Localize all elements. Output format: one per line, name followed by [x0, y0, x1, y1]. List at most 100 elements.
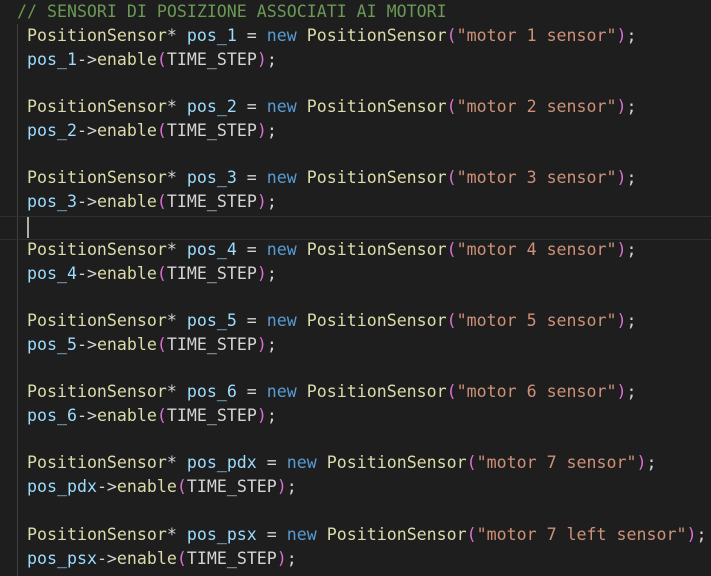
operator-token: *	[166, 382, 187, 401]
method-token: enable	[116, 477, 177, 496]
variable-token: pos_5	[27, 335, 77, 354]
paren-token: (	[446, 97, 457, 116]
operator-token: =	[236, 97, 267, 116]
operator-token: =	[256, 525, 287, 544]
operator-token: *	[166, 240, 187, 259]
type-token: PositionSensor	[306, 240, 447, 259]
variable-token: pos_psx	[186, 525, 257, 544]
paren-token: )	[616, 26, 627, 45]
paren-token: (	[176, 477, 187, 496]
operator-token: *	[166, 97, 187, 116]
type-token: PositionSensor	[27, 453, 167, 472]
semicolon-token: ;	[626, 168, 637, 187]
code-line-declaration[interactable]: PositionSensor* pos_1 = new PositionSens…	[27, 24, 637, 48]
method-token: enable	[116, 549, 177, 568]
variable-token: pos_1	[27, 50, 77, 69]
code-line-enable-call[interactable]: pos_1->enable(TIME_STEP);	[27, 48, 277, 72]
operator-token: =	[256, 453, 287, 472]
semicolon-token: ;	[286, 477, 297, 496]
paren-token: )	[616, 240, 627, 259]
string-token: "motor 7 left sensor"	[476, 525, 687, 544]
paren-token: (	[156, 121, 167, 140]
semicolon-token: ;	[266, 121, 277, 140]
operator-token: *	[166, 26, 187, 45]
type-token: PositionSensor	[27, 97, 167, 116]
type-token: PositionSensor	[306, 26, 447, 45]
type-token: PositionSensor	[306, 311, 447, 330]
variable-token: pos_2	[27, 121, 77, 140]
semicolon-token: ;	[646, 453, 657, 472]
type-token: PositionSensor	[27, 382, 167, 401]
paren-token: (	[446, 311, 457, 330]
text-cursor	[27, 217, 29, 238]
code-line-enable-call[interactable]: pos_4->enable(TIME_STEP);	[27, 262, 277, 286]
string-token: "motor 1 sensor"	[456, 26, 617, 45]
code-line-declaration[interactable]: PositionSensor* pos_4 = new PositionSens…	[27, 238, 637, 262]
semicolon-token: ;	[626, 240, 637, 259]
type-token: PositionSensor	[306, 382, 447, 401]
indent-guide	[17, 24, 18, 576]
code-line-declaration[interactable]: PositionSensor* pos_pdx = new PositionSe…	[27, 451, 657, 475]
type-token: PositionSensor	[326, 453, 467, 472]
code-line-enable-call[interactable]: pos_2->enable(TIME_STEP);	[27, 119, 277, 143]
paren-token: )	[636, 453, 647, 472]
paren-token: (	[156, 406, 167, 425]
semicolon-token: ;	[626, 382, 637, 401]
code-line-declaration[interactable]: PositionSensor* pos_psx = new PositionSe…	[27, 523, 706, 547]
paren-token: )	[276, 549, 287, 568]
argument-token: TIME_STEP	[186, 477, 277, 496]
paren-token: )	[256, 50, 267, 69]
argument-token: TIME_STEP	[166, 406, 257, 425]
variable-token: pos_2	[186, 97, 237, 116]
operator-token: =	[236, 382, 267, 401]
paren-token: (	[156, 335, 167, 354]
variable-token: pos_4	[186, 240, 237, 259]
type-token: PositionSensor	[27, 311, 167, 330]
argument-token: TIME_STEP	[166, 50, 257, 69]
method-token: enable	[96, 50, 157, 69]
string-token: "motor 7 sensor"	[476, 453, 637, 472]
code-line-enable-call[interactable]: pos_pdx->enable(TIME_STEP);	[27, 475, 297, 499]
paren-token: )	[276, 477, 287, 496]
paren-token: (	[156, 264, 167, 283]
argument-token: TIME_STEP	[166, 335, 257, 354]
code-line-declaration[interactable]: PositionSensor* pos_5 = new PositionSens…	[27, 309, 637, 333]
semicolon-token: ;	[266, 335, 277, 354]
code-line-enable-call[interactable]: pos_6->enable(TIME_STEP);	[27, 404, 277, 428]
code-line-declaration[interactable]: PositionSensor* pos_3 = new PositionSens…	[27, 166, 637, 190]
variable-token: pos_6	[27, 406, 77, 425]
code-line-enable-call[interactable]: pos_5->enable(TIME_STEP);	[27, 333, 277, 357]
code-editor[interactable]: // SENSORI DI POSIZIONE ASSOCIATI AI MOT…	[0, 0, 711, 576]
code-line-enable-call[interactable]: pos_3->enable(TIME_STEP);	[27, 190, 277, 214]
semicolon-token: ;	[266, 406, 277, 425]
paren-token: (	[466, 453, 477, 472]
semicolon-token: ;	[696, 525, 707, 544]
variable-token: pos_psx	[27, 549, 97, 568]
type-token: PositionSensor	[306, 97, 447, 116]
argument-token: TIME_STEP	[166, 192, 257, 211]
keyword-token: new	[266, 97, 297, 116]
type-token: PositionSensor	[306, 168, 447, 187]
argument-token: TIME_STEP	[166, 264, 257, 283]
operator-token: =	[236, 311, 267, 330]
operator-token: *	[166, 168, 187, 187]
argument-token: TIME_STEP	[166, 121, 257, 140]
type-token: PositionSensor	[326, 525, 467, 544]
string-token: "motor 4 sensor"	[456, 240, 617, 259]
operator-token: ->	[76, 406, 97, 425]
operator-token: =	[236, 240, 267, 259]
code-line-declaration[interactable]: PositionSensor* pos_2 = new PositionSens…	[27, 95, 637, 119]
operator-token: =	[236, 26, 267, 45]
semicolon-token: ;	[286, 549, 297, 568]
code-comment: // SENSORI DI POSIZIONE ASSOCIATI AI MOT…	[17, 2, 447, 21]
semicolon-token: ;	[626, 26, 637, 45]
code-line-enable-call[interactable]: pos_psx->enable(TIME_STEP);	[27, 547, 297, 571]
paren-token: )	[256, 192, 267, 211]
code-line-declaration[interactable]: PositionSensor* pos_6 = new PositionSens…	[27, 380, 637, 404]
keyword-token: new	[266, 311, 297, 330]
variable-token: pos_5	[186, 311, 237, 330]
